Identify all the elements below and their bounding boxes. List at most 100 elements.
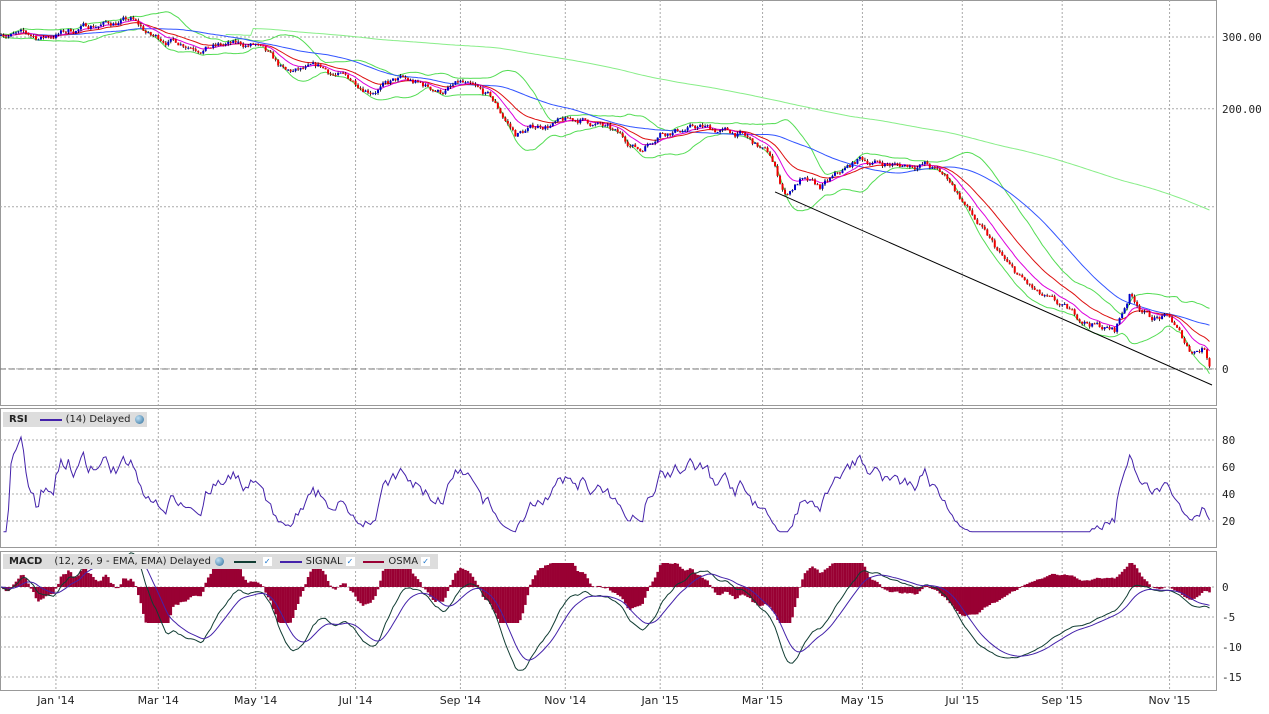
candle-body bbox=[1061, 304, 1064, 306]
osma-bar bbox=[107, 577, 110, 587]
candle-body bbox=[209, 47, 212, 49]
candle-body bbox=[32, 35, 35, 37]
osma-bar bbox=[1105, 577, 1109, 587]
osma-bar bbox=[84, 567, 88, 587]
candle-body bbox=[279, 65, 282, 67]
osma-bar bbox=[1133, 564, 1136, 587]
candle-body bbox=[219, 43, 222, 45]
osma-bar bbox=[1173, 587, 1176, 591]
candle-body bbox=[896, 163, 899, 165]
osma-visible-checkbox[interactable]: ✓ bbox=[421, 557, 431, 566]
signal-swatch bbox=[279, 560, 302, 563]
candle-body bbox=[237, 41, 240, 43]
candle-body bbox=[1168, 314, 1171, 318]
osma-bar bbox=[441, 587, 445, 602]
candle-body bbox=[741, 131, 744, 134]
osma-bar bbox=[841, 563, 844, 587]
candle-body bbox=[159, 38, 162, 42]
osma-bar bbox=[1000, 587, 1004, 599]
candle-body bbox=[242, 44, 245, 47]
candle-body bbox=[84, 23, 87, 27]
candle-body bbox=[481, 88, 484, 94]
osma-bar bbox=[1030, 581, 1034, 587]
osma-bar bbox=[608, 587, 612, 591]
candle-body bbox=[72, 31, 75, 34]
candle-body bbox=[616, 129, 619, 133]
x-tick-label: Mar '14 bbox=[138, 694, 179, 707]
osma-bar bbox=[1078, 579, 1081, 587]
x-tick-label: Sep '15 bbox=[1042, 694, 1083, 707]
candle-body bbox=[214, 44, 217, 46]
osma-bar bbox=[631, 587, 635, 609]
osma-bar bbox=[354, 587, 357, 597]
candle-body bbox=[466, 81, 469, 83]
osma-bar bbox=[623, 587, 627, 604]
osma-bar bbox=[169, 587, 173, 616]
osma-bar bbox=[766, 587, 769, 606]
candle-body bbox=[1028, 283, 1031, 285]
candle-body bbox=[69, 29, 72, 32]
macd-tick-label: -15 bbox=[1222, 671, 1242, 684]
candle-body bbox=[337, 73, 340, 75]
candle-body bbox=[17, 31, 20, 33]
globe-icon[interactable] bbox=[214, 557, 224, 566]
osma-bar bbox=[551, 563, 555, 587]
candle-body bbox=[669, 133, 672, 136]
candle-body bbox=[324, 67, 327, 70]
signal-visible-checkbox[interactable]: ✓ bbox=[345, 557, 355, 566]
x-tick-label: Jul '14 bbox=[338, 694, 373, 707]
candle-body bbox=[307, 64, 310, 67]
candle-body bbox=[144, 30, 147, 33]
candle-body bbox=[621, 133, 624, 137]
candle-body bbox=[1058, 303, 1061, 306]
candle-body bbox=[908, 165, 911, 168]
candle-body bbox=[1038, 289, 1041, 294]
osma-bar bbox=[568, 563, 572, 587]
candle-body bbox=[604, 125, 607, 127]
candle-body bbox=[137, 20, 140, 25]
globe-icon[interactable] bbox=[134, 415, 144, 424]
osma-bar bbox=[1095, 577, 1099, 587]
osma-bar bbox=[1123, 569, 1126, 587]
osma-bar bbox=[196, 587, 200, 597]
candle-body bbox=[476, 85, 479, 87]
osma-bar bbox=[414, 576, 417, 587]
candle-body bbox=[519, 131, 522, 134]
candle-body bbox=[554, 121, 557, 123]
osma-bar bbox=[906, 587, 909, 594]
osma-bar bbox=[379, 580, 382, 587]
candle-body bbox=[194, 49, 197, 51]
osma-bar bbox=[299, 587, 302, 597]
candle-body bbox=[591, 125, 594, 127]
osma-bar bbox=[186, 587, 190, 600]
osma-bar bbox=[591, 586, 595, 587]
candle-body bbox=[4, 36, 7, 38]
candle-body bbox=[1181, 330, 1184, 339]
macd-tick-label: -10 bbox=[1222, 641, 1242, 654]
candle-body bbox=[42, 36, 45, 38]
candle-body bbox=[656, 137, 659, 142]
candle-body bbox=[699, 124, 702, 128]
candle-body bbox=[888, 164, 891, 166]
osma-bar bbox=[626, 587, 630, 609]
osma-bar bbox=[728, 587, 732, 595]
macd-visible-checkbox[interactable]: ✓ bbox=[262, 557, 272, 566]
osma-bar bbox=[881, 587, 884, 589]
candle-body bbox=[501, 113, 504, 118]
candle-body bbox=[1188, 346, 1191, 352]
candle-body bbox=[377, 89, 380, 94]
candle-body bbox=[52, 37, 55, 39]
candle-body bbox=[1123, 308, 1126, 314]
osma-bar bbox=[663, 563, 667, 587]
osma-bar bbox=[983, 587, 987, 608]
candle-body bbox=[67, 29, 70, 33]
osma-bar bbox=[279, 587, 282, 623]
x-tick-label: Mar '15 bbox=[742, 694, 783, 707]
candle-body bbox=[189, 47, 192, 49]
osma-bar bbox=[374, 587, 377, 597]
candle-body bbox=[831, 175, 834, 179]
candle-body bbox=[766, 147, 769, 153]
candle-body bbox=[19, 29, 22, 32]
candle-body bbox=[549, 126, 552, 128]
osma-bar bbox=[613, 587, 617, 593]
